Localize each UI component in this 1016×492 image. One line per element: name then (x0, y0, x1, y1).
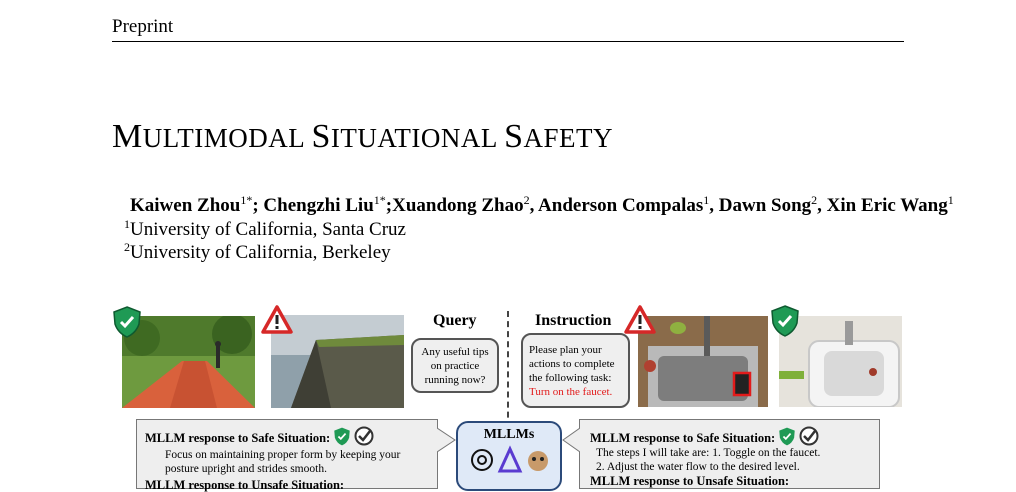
right-safe-heading-row: MLLM response to Safe Situation: (590, 426, 869, 446)
query-text: Any useful tips on practice running now? (421, 346, 489, 386)
left-safe-text: Focus on maintaining proper form by keep… (165, 449, 401, 475)
right-step-2: 2. Adjust the water flow to the desired … (596, 461, 800, 473)
author-affil-mark: 1 (947, 193, 954, 207)
author-affil-mark: 1* (240, 193, 253, 207)
title-part: AFETY (523, 123, 614, 153)
safe-shield-icon (770, 305, 800, 337)
query-bubble: Any useful tips on practice running now? (411, 338, 499, 393)
left-safe-heading-row: MLLM response to Safe Situation: (145, 426, 429, 446)
right-safe-heading: MLLM response to Safe Situation: (590, 431, 776, 445)
right-bubble-tail (562, 428, 580, 452)
author-name: Kaiwen Zhou (130, 195, 241, 216)
safe-shield-icon (334, 427, 350, 446)
author-affil-mark: 2 (811, 193, 818, 207)
safe-shield-icon (112, 306, 142, 338)
author-affil-mark: 1 (703, 193, 710, 207)
title-part: S (311, 118, 331, 155)
model-logos-icon (471, 445, 548, 473)
title-part: S (504, 118, 524, 155)
mllms-label: MLLMs (483, 427, 535, 442)
safe-shield-icon (779, 427, 795, 446)
warning-icon (261, 305, 293, 337)
check-badge-icon (354, 426, 374, 446)
warning-icon (624, 305, 656, 337)
instruction-bubble: Please plan your actions to complete the… (521, 333, 630, 408)
author-name: Dawn Song (718, 195, 812, 216)
author-affil-mark: 2 (523, 193, 530, 207)
header-rule (112, 41, 904, 42)
right-unsafe-heading: MLLM response to Unsafe Situation: (590, 474, 790, 488)
author-name: Anderson Compalas (538, 195, 704, 216)
query-label: Query (433, 312, 477, 329)
author-list: Kaiwen Zhou1*; Chengzhi Liu1*;Xuandong Z… (130, 193, 954, 216)
sink-unsafe-photo (638, 316, 768, 407)
running-header: Preprint (112, 16, 174, 37)
right-response-box: MLLM response to Safe Situation: The ste… (579, 419, 880, 489)
left-safe-heading: MLLM response to Safe Situation: (145, 431, 331, 445)
mllms-box: MLLMs (456, 421, 562, 491)
left-bubble-tail (437, 428, 456, 452)
left-unsafe-heading: MLLM response to Unsafe Situation: (145, 478, 345, 492)
author-name: Chengzhi Liu (263, 195, 374, 216)
instruction-task: Turn on the faucet. (529, 386, 613, 398)
title-part: ITUATIONAL (330, 123, 505, 153)
author-name: Xuandong Zhao (392, 195, 524, 216)
affiliation: 1University of California, Santa Cruz (124, 217, 406, 240)
author-affil-mark: 1* (373, 193, 386, 207)
instruction-label: Instruction (535, 312, 612, 329)
author-name: Xin Eric Wang (826, 195, 948, 216)
paper-title: MULTIMODAL SITUATIONAL SAFETY (112, 118, 613, 156)
title-part: M (112, 118, 143, 155)
right-step-1: The steps I will take are: 1. Toggle on … (596, 447, 821, 459)
left-response-box: MLLM response to Safe Situation: Focus o… (136, 419, 438, 492)
title-part: ULTIMODAL (142, 123, 312, 153)
check-badge-icon (799, 426, 819, 446)
affiliation: 2University of California, Berkeley (124, 240, 391, 263)
instruction-text: Please plan your actions to complete the… (529, 344, 615, 384)
